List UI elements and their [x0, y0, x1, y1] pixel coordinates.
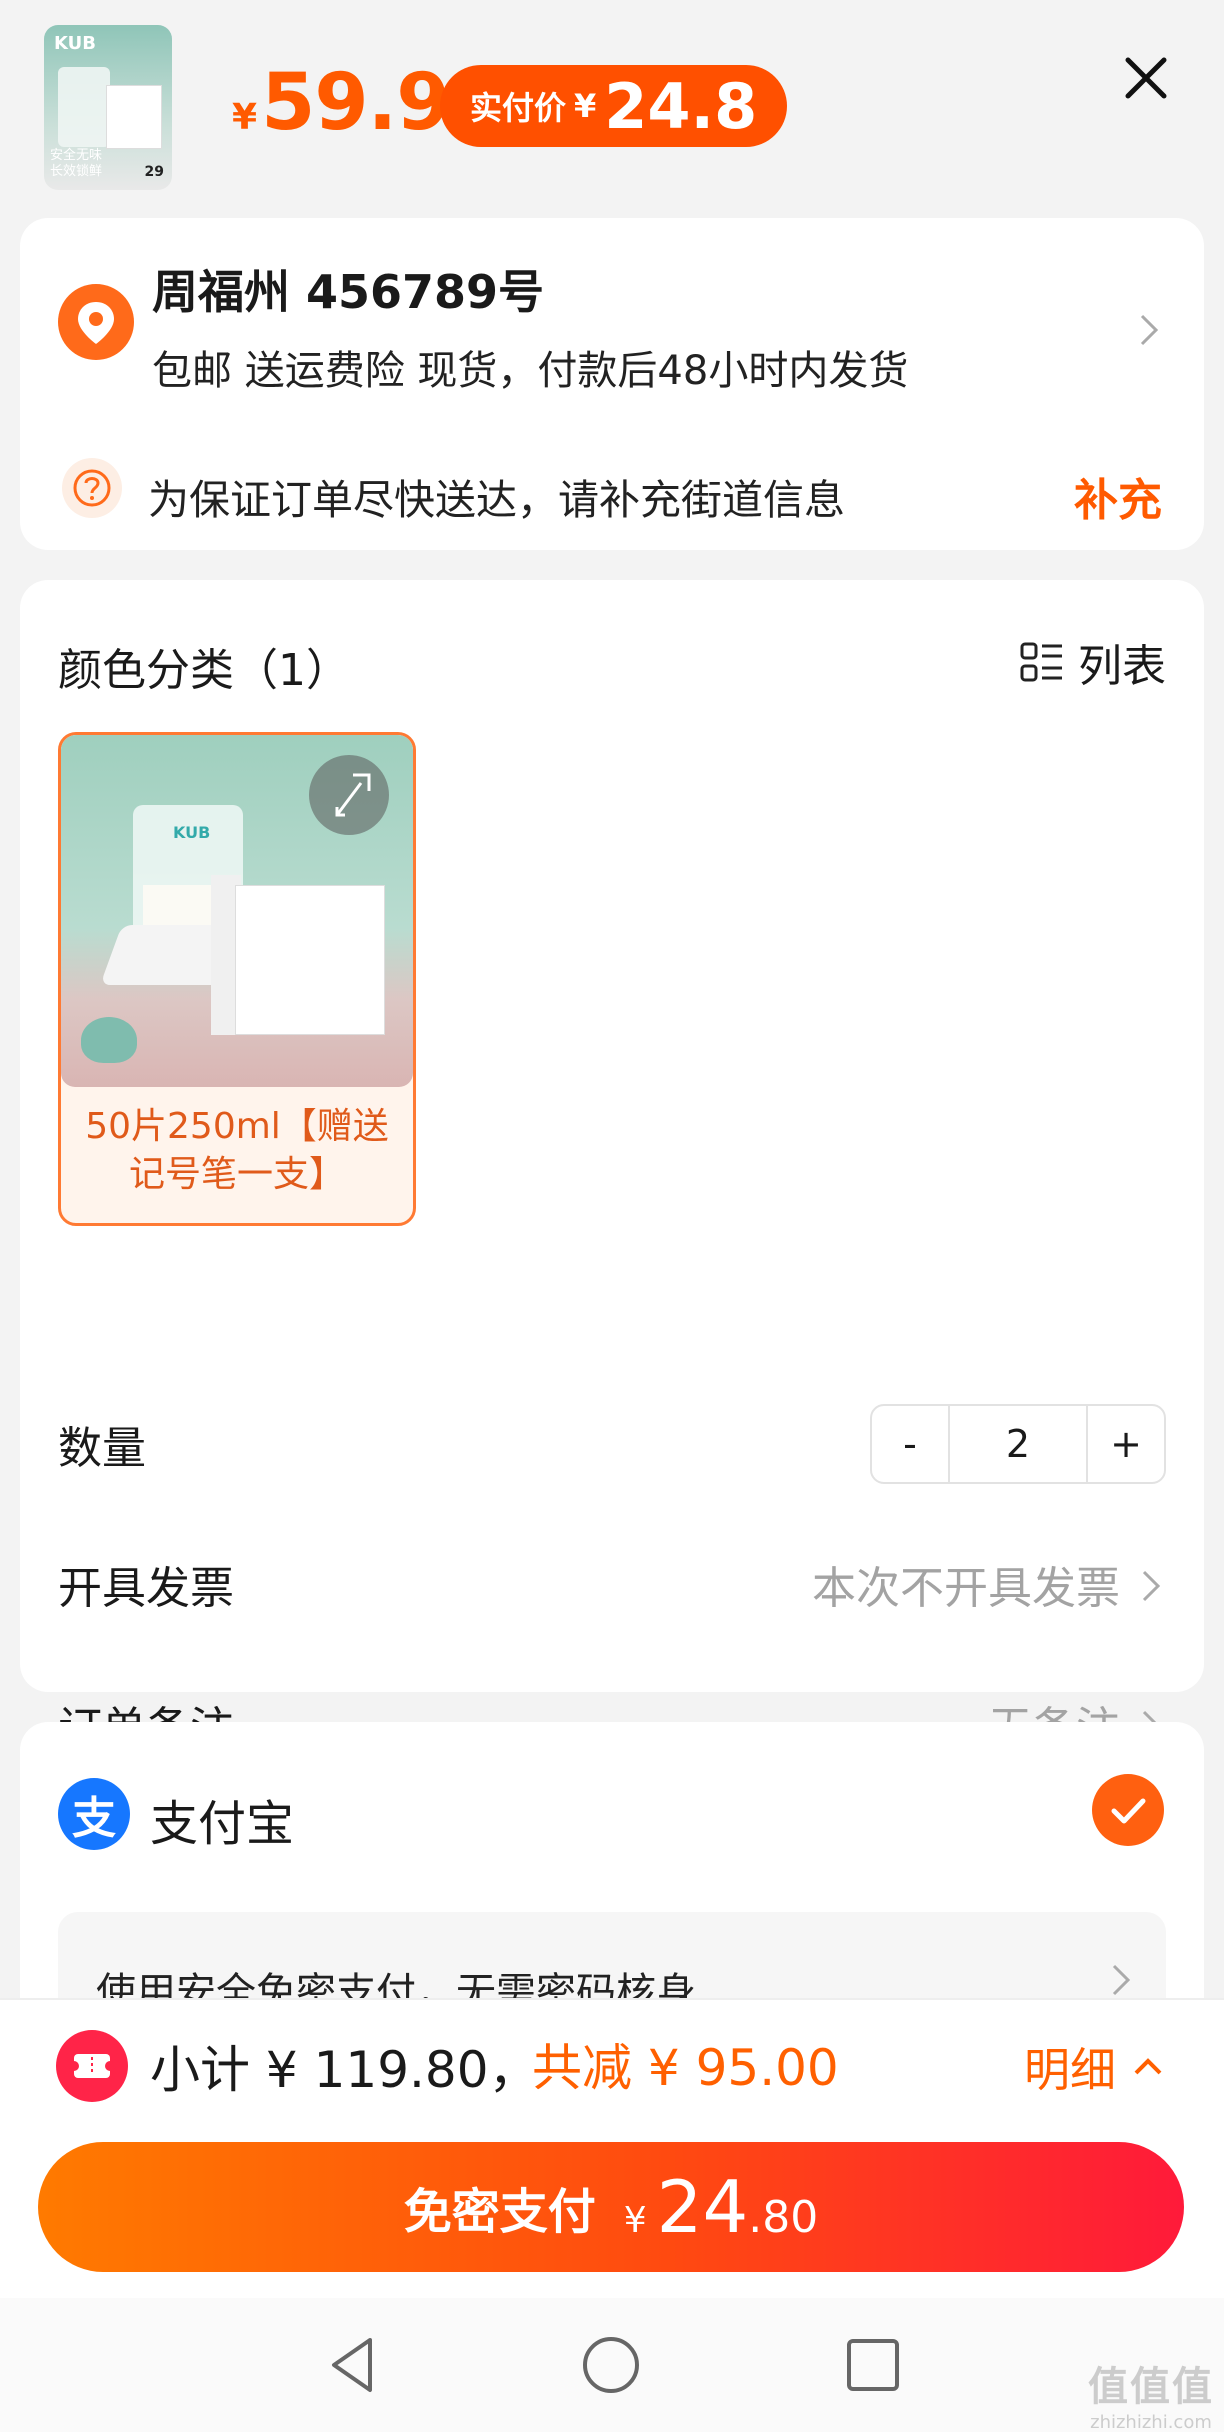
- quantity-row: 数量 - 2 +: [58, 1404, 1166, 1484]
- product-thumbnail[interactable]: KUB 安全无味 长效锁鲜 29: [44, 25, 172, 190]
- spec-card: 颜色分类（1） 列表 KUB 50片250ml【赠送记号笔一支】 数量 - 2 …: [20, 580, 1204, 1754]
- thumb-price: 29: [144, 164, 164, 180]
- price-detail-label: 明细: [1024, 2043, 1116, 2097]
- list-view-toggle[interactable]: 列表: [1018, 630, 1166, 694]
- sku-option-selected[interactable]: KUB 50片250ml【赠送记号笔一支】: [58, 732, 416, 1226]
- invoice-label: 开具发票: [58, 1563, 234, 1614]
- list-icon: [1020, 642, 1062, 682]
- recipient-name: 周福州 456789号: [152, 265, 545, 319]
- back-icon[interactable]: [320, 2332, 386, 2398]
- paid-price-pill: 实付价 ¥ 24.8: [440, 65, 788, 147]
- original-price-amount: 59.9: [261, 58, 450, 148]
- price-detail-toggle[interactable]: 明细: [1024, 2034, 1166, 2100]
- site-watermark: 值值值 zhizhizhi.com: [1088, 2354, 1214, 2432]
- coupon-ticket-icon: [56, 2030, 128, 2102]
- decrease-button[interactable]: -: [872, 1406, 948, 1482]
- price-header: KUB 安全无味 长效锁鲜 29 ¥ 59.9 实付价 ¥ 24.8: [0, 0, 1224, 205]
- payment-card[interactable]: 支 支付宝 使用安全免密支付，无需密码核身: [20, 1722, 1204, 2042]
- thumb-caption-line1: 安全无味: [50, 148, 103, 163]
- sku-name: 50片250ml【赠送记号笔一支】: [85, 1106, 389, 1195]
- location-pin-icon: [58, 284, 134, 360]
- list-view-label: 列表: [1078, 641, 1166, 692]
- checkout-bar: 小计 ¥ 119.80， 共减 ¥ 95.00 明细 免密支付 ¥ 24 .80: [0, 1998, 1224, 2298]
- pay-button-amount-dec: .80: [748, 2192, 819, 2243]
- chevron-right-icon: [1134, 310, 1164, 354]
- sku-box-graphic: [235, 885, 385, 1035]
- check-icon[interactable]: [1092, 1774, 1164, 1846]
- question-circle-icon: [62, 458, 122, 518]
- shipping-info: 包邮 送运费险 现货，付款后48小时内发货: [152, 348, 909, 394]
- password-free-pay-button[interactable]: 免密支付 ¥ 24 .80: [38, 2142, 1184, 2272]
- invoice-row[interactable]: 开具发票 本次不开具发票: [58, 1544, 1166, 1624]
- original-price: ¥ 59.9: [232, 58, 451, 148]
- expand-icon[interactable]: [309, 755, 389, 835]
- thumb-box-graphic: [106, 85, 162, 149]
- watermark-logo: 值值值: [1088, 2364, 1214, 2410]
- pay-button-label: 免密支付: [403, 2184, 596, 2240]
- address-card[interactable]: 周福州 456789号 包邮 送运费险 现货，付款后48小时内发货 为保证订单尽…: [20, 218, 1204, 550]
- system-nav-bar: [0, 2298, 1224, 2432]
- increase-button[interactable]: +: [1088, 1406, 1164, 1482]
- quantity-value[interactable]: 2: [948, 1406, 1088, 1482]
- close-icon[interactable]: [1118, 50, 1174, 106]
- alipay-icon: 支: [58, 1778, 130, 1850]
- subtotal: 小计 ¥ 119.80，: [150, 2041, 539, 2099]
- pay-button-amount-int: 24: [656, 2165, 749, 2249]
- color-category-title: 颜色分类（1）: [58, 645, 350, 696]
- payment-method-label: 支付宝: [150, 1796, 295, 1852]
- invoice-value: 本次不开具发票: [812, 1563, 1120, 1614]
- chevron-right-icon: [1136, 1566, 1166, 1610]
- pay-button-currency: ¥: [623, 2200, 647, 2241]
- recent-apps-icon[interactable]: [840, 2332, 906, 2398]
- paid-price-currency: ¥: [574, 87, 597, 125]
- home-icon[interactable]: [578, 2332, 644, 2398]
- paid-price-amount: 24.8: [604, 69, 758, 143]
- quantity-stepper: - 2 +: [870, 1404, 1166, 1484]
- address-hint: 为保证订单尽快送达，请补充街道信息: [148, 476, 845, 524]
- paid-price-label: 实付价: [470, 89, 567, 127]
- pay-button-amount: ¥ 24 .80: [624, 2165, 819, 2249]
- quantity-label: 数量: [58, 1423, 146, 1474]
- supplement-address-button[interactable]: 补充: [1074, 464, 1162, 528]
- thumb-bag-graphic: [58, 67, 110, 147]
- sku-nipple-graphic: [81, 1017, 137, 1063]
- thumb-brand-logo: KUB: [54, 33, 96, 54]
- thumb-caption-line2: 长效锁鲜: [50, 164, 103, 179]
- sku-brand-logo: KUB: [173, 823, 211, 842]
- discount-total: 共减 ¥ 95.00: [532, 2039, 839, 2097]
- sku-image: KUB: [61, 735, 413, 1087]
- order-sheet: KUB 安全无味 长效锁鲜 29 ¥ 59.9 实付价 ¥ 24.8 周福州 4…: [0, 0, 1224, 2042]
- thumb-caption: 安全无味 长效锁鲜: [50, 148, 102, 180]
- watermark-url: zhizhizhi.com: [1090, 2412, 1212, 2432]
- original-price-currency: ¥: [232, 97, 258, 138]
- chevron-up-icon: [1134, 2058, 1162, 2075]
